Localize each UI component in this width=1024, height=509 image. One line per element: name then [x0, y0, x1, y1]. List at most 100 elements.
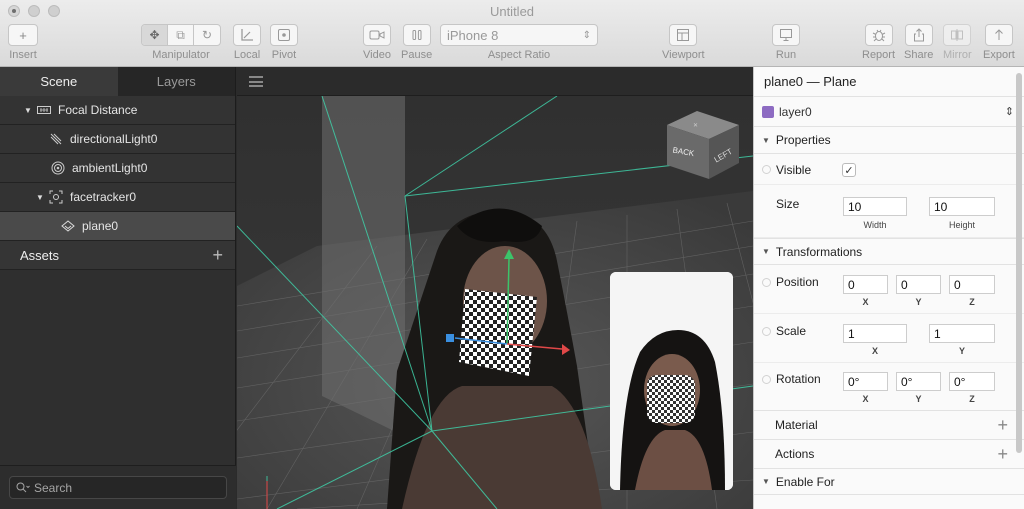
device-select[interactable]: iPhone 8 ⇕: [440, 24, 598, 46]
height-label: Height: [948, 220, 975, 230]
local-axes-icon: [233, 24, 261, 46]
tree-item-facetracker[interactable]: ▼ facetracker0: [0, 183, 235, 212]
disclosure-triangle-icon[interactable]: ▼: [24, 106, 36, 115]
y-axis-label: Y: [915, 394, 922, 404]
inspector-scrollbar[interactable]: [1016, 73, 1022, 453]
size-height-field[interactable]: 10: [929, 197, 995, 216]
focal-distance-icon: [36, 102, 52, 118]
video-camera-icon: [363, 24, 391, 46]
export-button[interactable]: Export: [983, 24, 1015, 61]
transformations-label: Transformations: [775, 244, 863, 259]
pause-button[interactable]: Pause: [401, 24, 432, 61]
plane0-checker[interactable]: [459, 289, 537, 376]
view-cube[interactable]: BACK LEFT ✕: [667, 107, 739, 179]
disclosure-triangle-icon[interactable]: ▼: [36, 193, 48, 202]
layer-select[interactable]: layer0 ⇕: [754, 97, 1024, 127]
keyframe-dot-icon[interactable]: [762, 165, 771, 174]
gizmo-z-handle[interactable]: [446, 334, 454, 342]
y-axis-label: Y: [915, 297, 922, 307]
visible-label: Visible: [776, 163, 812, 177]
size-width-field[interactable]: 10: [843, 197, 907, 216]
position-z-field[interactable]: 0: [949, 275, 995, 294]
pivot-icon: [270, 24, 298, 46]
aspect-ratio-label: Aspect Ratio: [487, 49, 551, 61]
tree-item-plane[interactable]: plane0: [0, 212, 235, 241]
add-action-icon[interactable]: +: [997, 444, 1008, 465]
x-axis-label: X: [871, 346, 878, 356]
insert-button[interactable]: + Insert: [8, 24, 38, 61]
local-button[interactable]: Local: [233, 24, 261, 61]
share-icon: [904, 24, 933, 46]
tree-item-ambient-light[interactable]: ambientLight0: [0, 154, 235, 183]
inspector-title: plane0 — Plane: [754, 67, 1024, 97]
scale-x-field[interactable]: 1: [843, 324, 907, 343]
scale-label: Scale: [776, 324, 807, 338]
tree-item-label: directionalLight0: [70, 132, 158, 146]
camera-plane: [322, 96, 405, 431]
scene-viewport[interactable]: BACK LEFT ✕: [237, 67, 753, 509]
add-material-icon[interactable]: +: [997, 415, 1008, 436]
tree-item-label: Focal Distance: [58, 103, 138, 117]
layer-select-value: layer0: [779, 104, 812, 119]
viewport-label: Viewport: [662, 49, 705, 61]
x-axis-label: X: [862, 297, 869, 307]
device-preview[interactable]: [610, 272, 733, 490]
scale-property: Scale 1 X 1 Y: [754, 314, 1024, 363]
tree-item-label: plane0: [82, 219, 119, 233]
report-button[interactable]: Report: [862, 24, 895, 61]
pivot-label: Pivot: [271, 49, 297, 61]
tab-layers[interactable]: Layers: [117, 67, 235, 96]
video-label: Video: [363, 49, 391, 61]
transformations-section-header[interactable]: ▼ Transformations: [754, 238, 1024, 265]
tab-scene[interactable]: Scene: [0, 67, 118, 96]
disclosure-triangle-icon: ▼: [762, 247, 770, 256]
keyframe-dot-icon[interactable]: [762, 278, 771, 287]
position-x-field[interactable]: 0: [843, 275, 888, 294]
move-icon[interactable]: ✥: [142, 25, 168, 45]
keyframe-dot-icon[interactable]: [762, 375, 771, 384]
scale-y-field[interactable]: 1: [929, 324, 995, 343]
rotation-y-field[interactable]: 0°: [896, 372, 941, 391]
inspector-panel: plane0 — Plane layer0 ⇕ ▼ Properties Vis…: [753, 67, 1024, 509]
manipulator-label: Manipulator: [152, 49, 210, 61]
enable-for-section-header[interactable]: ▼ Enable For: [754, 468, 1024, 495]
window-title: Untitled: [489, 4, 535, 19]
add-asset-icon[interactable]: +: [212, 245, 223, 266]
tree-item-focal-distance[interactable]: ▼ Focal Distance: [0, 96, 235, 125]
scale-icon[interactable]: ↻: [194, 25, 220, 45]
rotate-icon[interactable]: ⧉: [168, 25, 194, 45]
run-label: Run: [775, 49, 797, 61]
pivot-button[interactable]: Pivot: [270, 24, 298, 61]
tree-item-directional-light[interactable]: directionalLight0: [0, 125, 235, 154]
visible-checkbox[interactable]: ✓: [842, 163, 856, 177]
panel-tabs: Scene Layers: [0, 67, 235, 96]
run-device-icon: [772, 24, 800, 46]
run-button[interactable]: Run: [772, 24, 800, 61]
actions-row: Actions +: [754, 439, 1024, 468]
properties-label: Properties: [775, 133, 831, 147]
position-y-field[interactable]: 0: [896, 275, 941, 294]
z-axis-label: Z: [969, 297, 975, 307]
view-cube-top-label: ✕: [693, 123, 698, 129]
x-axis-label: X: [862, 394, 869, 404]
search-input[interactable]: Search: [9, 476, 227, 499]
share-button[interactable]: Share: [904, 24, 933, 61]
video-button[interactable]: Video: [363, 24, 391, 61]
report-label: Report: [862, 49, 896, 61]
rotation-z-field[interactable]: 0°: [949, 372, 995, 391]
visible-property: Visible ✓: [754, 154, 1024, 185]
material-row: Material +: [754, 410, 1024, 439]
export-icon: [984, 24, 1013, 46]
rotation-x-field[interactable]: 0°: [843, 372, 888, 391]
plus-icon: +: [8, 24, 38, 46]
menu-icon[interactable]: [249, 76, 263, 87]
mirror-label: Mirror: [943, 49, 972, 61]
aspect-ratio-control: iPhone 8 ⇕ Aspect Ratio: [440, 24, 598, 61]
viewport-button[interactable]: Viewport: [662, 24, 705, 61]
scene-panel: Scene Layers ▼ Focal Distance directiona…: [0, 67, 236, 509]
assets-header: Assets +: [0, 241, 235, 270]
mirror-button[interactable]: Mirror: [943, 24, 972, 61]
preview-checker-plane: [647, 375, 695, 423]
properties-section-header[interactable]: ▼ Properties: [754, 127, 1024, 154]
keyframe-dot-icon[interactable]: [762, 327, 771, 336]
